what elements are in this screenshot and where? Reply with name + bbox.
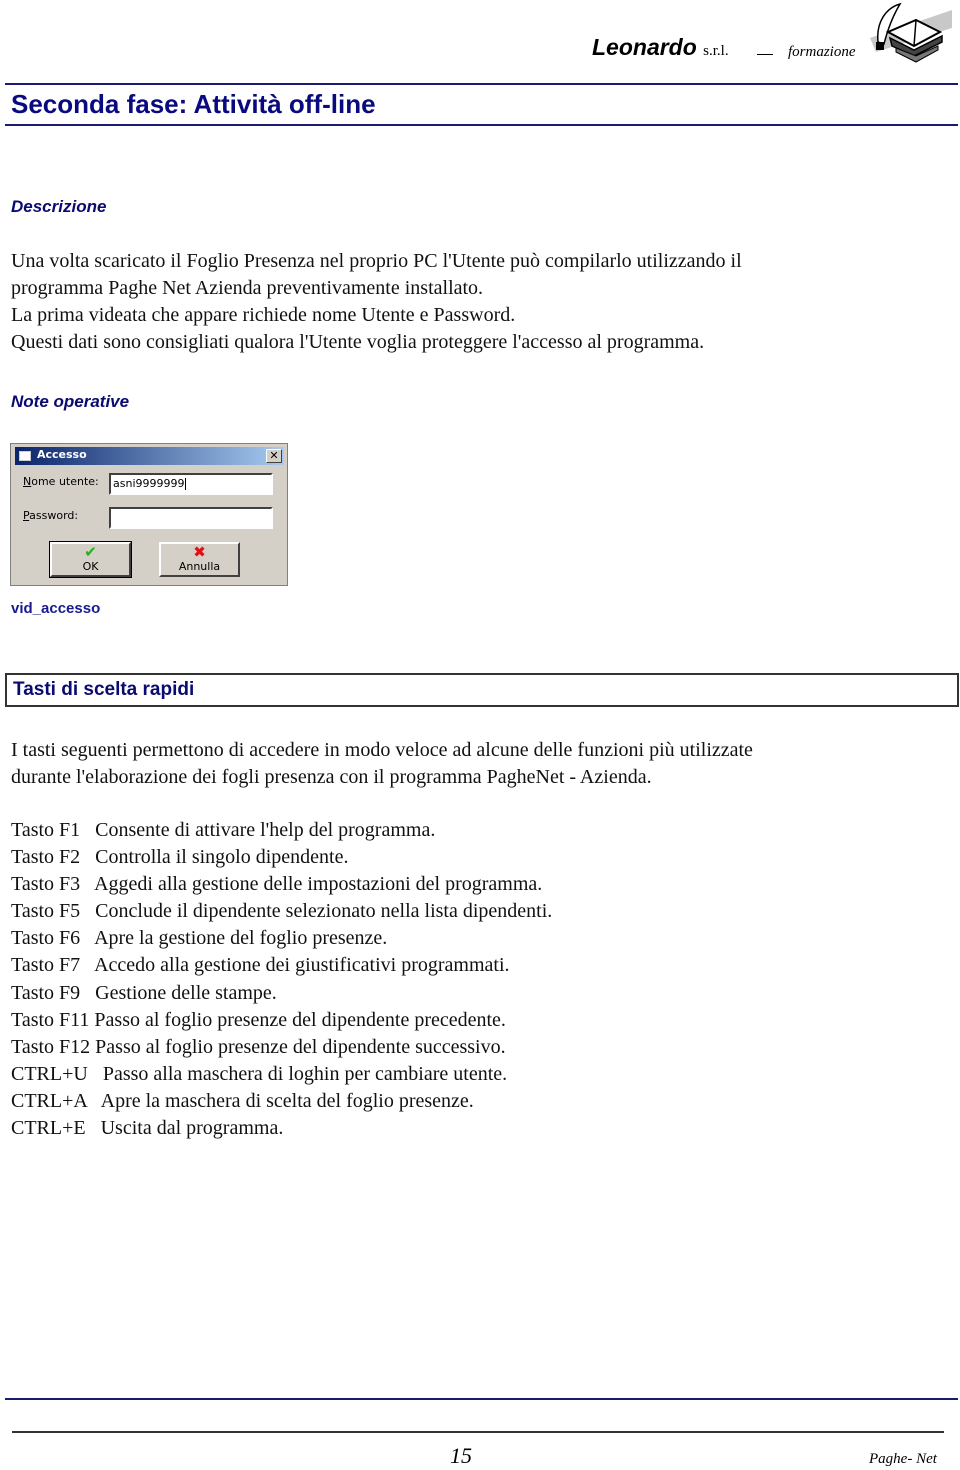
username-field[interactable]: asni9999999 [109, 473, 273, 495]
shortcut-key: Tasto F6 [11, 927, 81, 950]
shortcut-description: Consente di attivare l'help del programm… [95, 819, 436, 841]
shortcut-separator [80, 846, 95, 868]
shortcut-separator [87, 1090, 101, 1112]
shortcut-separator [80, 927, 94, 949]
login-dialog: Accesso ✕ Nome utente: asni9999999 Passw… [10, 443, 288, 586]
description-line: La prima videata che appare richiede nom… [11, 304, 516, 326]
description-text: Una volta scaricato il Foglio Presenza n… [11, 248, 742, 356]
shortcuts-heading: Tasti di scelta rapidi [13, 679, 195, 700]
figure-caption: vid_accesso [11, 600, 101, 617]
shortcut-key: CTRL+A [11, 1089, 87, 1112]
cancel-button[interactable]: ✖ Annulla [159, 542, 240, 577]
ok-button[interactable]: ✔ OK [49, 541, 132, 578]
shortcut-row: Tasto F9 Gestione delle stampe. [11, 980, 552, 1007]
description-heading: Descrizione [11, 197, 107, 216]
notes-heading: Note operative [11, 392, 130, 411]
shortcut-key: Tasto F12 [11, 1035, 91, 1058]
dialog-title: Accesso [37, 448, 87, 461]
description-line: programma Paghe Net Azienda preventivame… [11, 277, 484, 299]
checkmark-icon: ✔ [84, 543, 97, 561]
username-mnemonic: N [23, 475, 32, 488]
company-name: Leonardo s.r.l. [592, 34, 729, 61]
shortcut-key: CTRL+E [11, 1117, 86, 1140]
shortcut-separator [80, 982, 95, 1004]
header-rule-top [5, 83, 958, 85]
shortcuts-heading-box: Tasti di scelta rapidi [5, 673, 959, 707]
shortcuts-intro: I tasti seguenti permettono di accedere … [11, 737, 753, 791]
shortcut-description: Aggedi alla gestione delle impostazioni … [94, 873, 543, 896]
shortcut-row: Tasto F7 Accedo alla gestione dei giusti… [11, 952, 552, 979]
shortcut-key: CTRL+U [11, 1062, 88, 1085]
shortcut-key: Tasto F5 [11, 900, 81, 923]
password-field[interactable] [109, 507, 273, 529]
shortcut-row: Tasto F11 Passo al foglio presenze del d… [11, 1007, 552, 1034]
shortcut-list: Tasto F1 Consente di attivare l'help del… [11, 817, 552, 1142]
shortcut-row: Tasto F2 Controlla il singolo dipendente… [11, 844, 552, 871]
company-name-text: Leonardo [592, 34, 697, 60]
shortcut-description: Passo al foglio presenze del dipendente … [94, 1008, 506, 1031]
company-suffix: s.r.l. [703, 43, 729, 59]
shortcut-key: Tasto F9 [11, 981, 81, 1004]
dialog-titlebar: Accesso ✕ [15, 447, 284, 465]
shortcut-key: Tasto F2 [11, 846, 81, 869]
shortcut-description: Apre la maschera di scelta del foglio pr… [100, 1089, 474, 1112]
shortcut-description: Passo al foglio presenze del dipendente … [95, 1035, 506, 1058]
shortcut-separator [88, 1063, 103, 1085]
window-icon [19, 451, 31, 461]
intro-line: I tasti seguenti permettono di accedere … [11, 739, 753, 761]
shortcut-key: Tasto F11 [11, 1008, 90, 1031]
cancel-label: Annulla [178, 560, 221, 573]
header-dash [757, 54, 773, 55]
shortcut-row: Tasto F6 Apre la gestione del foglio pre… [11, 925, 552, 952]
shortcut-row: Tasto F12 Passo al foglio presenze del d… [11, 1034, 552, 1061]
footer-product: Paghe- Net [869, 1451, 937, 1467]
title-rule [5, 124, 958, 126]
description-line: Questi dati sono consigliati qualora l'U… [11, 331, 705, 353]
shortcut-row: Tasto F1 Consente di attivare l'help del… [11, 817, 552, 844]
shortcut-key: Tasto F3 [11, 873, 81, 896]
close-icon[interactable]: ✕ [266, 449, 282, 463]
shortcut-description: Apre la gestione del foglio presenze. [94, 927, 388, 950]
shortcut-row: Tasto F3 Aggedi alla gestione delle impo… [11, 871, 552, 898]
shortcut-row: CTRL+A Apre la maschera di scelta del fo… [11, 1088, 552, 1115]
cross-icon: ✖ [193, 543, 206, 561]
page-number: 15 [450, 1443, 472, 1468]
shortcut-row: CTRL+E Uscita dal programma. [11, 1115, 552, 1142]
shortcut-description: Accedo alla gestione dei giustificativi … [94, 954, 510, 977]
ok-label: OK [82, 560, 99, 573]
shortcut-key: Tasto F7 [11, 954, 81, 977]
shortcut-row: Tasto F5 Conclude il dipendente selezion… [11, 898, 552, 925]
description-line: Una volta scaricato il Foglio Presenza n… [11, 250, 742, 272]
division-name: formazione [788, 44, 856, 60]
password-label-rest: assword: [29, 509, 79, 522]
shortcut-description: Gestione delle stampe. [95, 981, 277, 1004]
book-quill-logo-icon [870, 2, 952, 63]
shortcut-separator [80, 819, 95, 841]
footer-rule-blue [5, 1398, 958, 1400]
username-label: Nome utente: [23, 475, 99, 488]
shortcut-description: Passo alla maschera di loghin per cambia… [102, 1062, 508, 1085]
shortcut-description: Conclude il dipendente selezionato nella… [95, 900, 553, 923]
page-title: Seconda fase: Attività off-line [11, 89, 376, 119]
text-caret [184, 478, 186, 490]
username-value: asni9999999 [113, 477, 185, 490]
password-label: Password: [23, 509, 78, 522]
shortcut-separator [80, 873, 94, 895]
shortcut-separator [86, 1117, 101, 1139]
shortcut-description: Uscita dal programma. [100, 1117, 284, 1140]
shortcut-description: Controlla il singolo dipendente. [95, 846, 349, 869]
shortcut-separator [80, 900, 95, 922]
username-label-rest: ome utente: [31, 475, 99, 488]
shortcut-row: CTRL+U Passo alla maschera di loghin per… [11, 1061, 552, 1088]
intro-line: durante l'elaborazione dei fogli presenz… [11, 766, 652, 788]
shortcut-key: Tasto F1 [11, 819, 81, 841]
footer-rule-dark [12, 1431, 944, 1433]
shortcut-separator [80, 954, 94, 976]
